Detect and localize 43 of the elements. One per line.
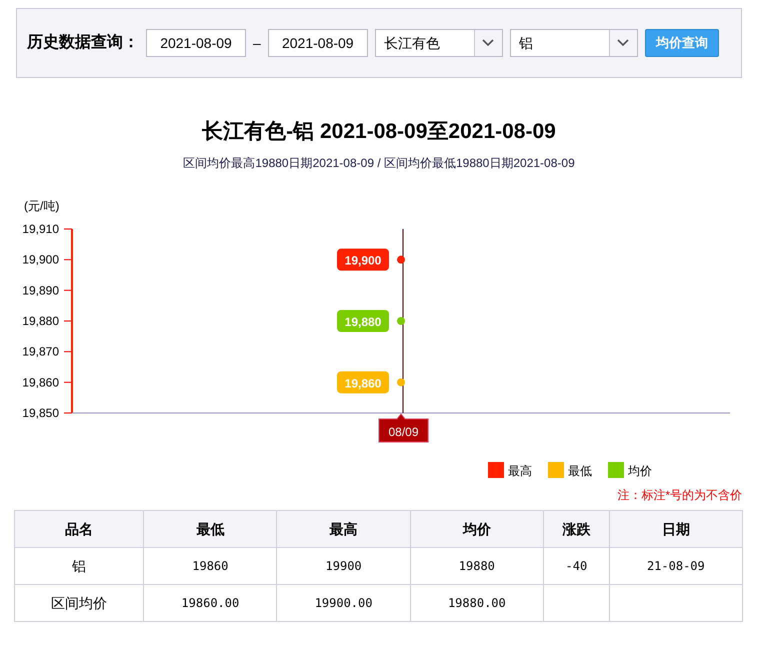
chart-subtitle: 区间均价最高19880日期2021-08-09 / 区间均价最低19880日期2021-08-09 xyxy=(183,155,575,172)
dropdown[interactable]: 铝 xyxy=(510,29,638,57)
legend-label: 最高 xyxy=(508,464,532,478)
axis-tick-label: 19,880 xyxy=(22,314,59,328)
axis-tick-label: 19,910 xyxy=(22,222,59,236)
column-header: 涨跌 xyxy=(543,510,610,548)
table-cell: 19880 xyxy=(410,548,544,584)
axis-tick-label: 19,870 xyxy=(22,344,59,359)
data-label: 19,900 xyxy=(337,248,389,271)
footnote: 注：标注*号的为不含价 xyxy=(617,487,742,504)
table-cell: 19860.00 xyxy=(144,584,277,622)
axis-tick-label: 19,850 xyxy=(22,406,59,420)
column-header: 最高 xyxy=(276,510,410,548)
chevron-down-icon xyxy=(482,39,494,47)
axis-unit-label: (元/吨) xyxy=(24,199,60,213)
chart-title: 长江有色-铝 2021-08-09至2021-08-09 xyxy=(202,119,556,145)
data-label: 19,880 xyxy=(337,310,389,332)
table-cell: 铝 xyxy=(14,548,144,584)
date-from-field[interactable]: 2021-08-09 xyxy=(146,29,246,57)
x-tick-label: 08/09 xyxy=(388,425,419,439)
table-cell: -40 xyxy=(543,548,610,584)
axis-tick-label: 19,890 xyxy=(22,283,59,298)
date-separator: – xyxy=(253,34,261,52)
column-header: 品名 xyxy=(14,510,144,548)
axis-tick-label: 19,900 xyxy=(22,252,59,267)
column-header: 日期 xyxy=(609,510,742,548)
table-cell: 19900.00 xyxy=(276,584,410,622)
axis-tick-label: 19,860 xyxy=(22,375,59,390)
dropdown[interactable]: 长江有色 xyxy=(374,29,503,57)
table-cell: 19900 xyxy=(276,548,410,584)
table-cell: 19860 xyxy=(144,548,277,584)
table-cell: 区间均价 xyxy=(14,584,144,622)
table-cell: 19880.00 xyxy=(410,584,544,622)
table-cell: 21-08-09 xyxy=(609,548,742,584)
legend-label: 最低 xyxy=(568,464,592,478)
data-label: 19,860 xyxy=(337,371,389,394)
legend-label: 均价 xyxy=(628,464,652,478)
column-header: 最低 xyxy=(144,510,277,548)
x-tooltip-label: 08/09 xyxy=(378,413,428,442)
date-to-field[interactable]: 2021-08-09 xyxy=(268,29,368,57)
search-label: 历史数据查询： xyxy=(27,32,139,53)
chevron-down-icon xyxy=(617,39,630,47)
column-header: 均价 xyxy=(410,510,544,548)
